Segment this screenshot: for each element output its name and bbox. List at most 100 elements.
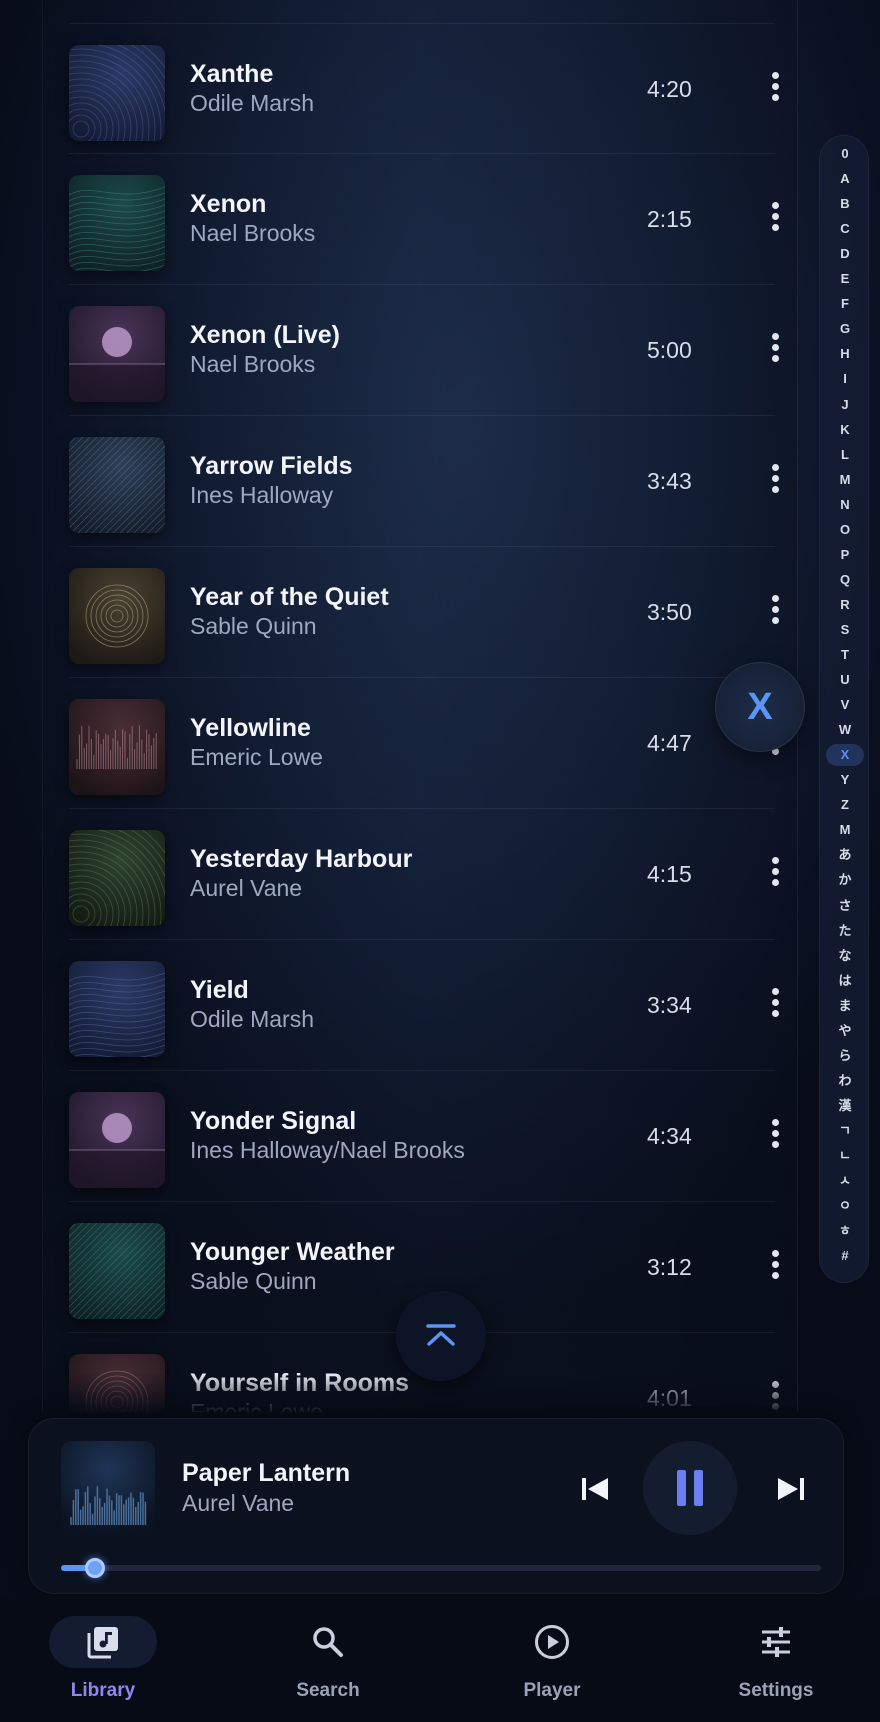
play-pause-button[interactable] xyxy=(643,1441,737,1535)
track-title: Yellowline xyxy=(190,714,311,742)
now-playing-bar[interactable]: Paper Lantern Aurel Vane xyxy=(28,1418,844,1594)
alpha-index-letter[interactable]: H xyxy=(820,346,870,362)
alpha-index-letter[interactable]: G xyxy=(820,321,870,337)
list-fade xyxy=(43,1372,797,1412)
alpha-index-letter[interactable]: T xyxy=(820,647,870,663)
alpha-index-letter[interactable]: S xyxy=(820,622,870,638)
alpha-index-letter[interactable]: O xyxy=(820,522,870,538)
alpha-index-letter[interactable]: ㄴ xyxy=(820,1148,870,1164)
alpha-index-letter[interactable]: P xyxy=(820,547,870,563)
alpha-index-letter[interactable]: Z xyxy=(820,797,870,813)
track-list-panel[interactable]: Xanthe Odile Marsh 4:20 Xenon Nael Brooks 2:1… xyxy=(42,0,798,1412)
more-options-icon[interactable] xyxy=(763,985,787,1025)
alpha-index-letter[interactable]: ㅅ xyxy=(820,1173,870,1189)
alpha-index-letter[interactable]: K xyxy=(820,422,870,438)
more-options-icon[interactable] xyxy=(763,199,787,239)
alpha-index-letter[interactable]: あ xyxy=(820,847,870,863)
track-duration: 3:34 xyxy=(647,992,692,1018)
alpha-index-letter[interactable]: E xyxy=(820,271,870,287)
track-artist: Odile Marsh xyxy=(190,90,314,116)
alpha-index-letter[interactable]: V xyxy=(820,697,870,713)
nav-item-search[interactable]: Search xyxy=(248,1616,408,1716)
track-title: Xenon xyxy=(190,190,267,218)
alpha-index-letter[interactable]: M xyxy=(820,472,870,488)
track-row[interactable]: Yonder Signal Ines Halloway/Nael Brooks 4:… xyxy=(69,1071,779,1202)
nav-item-settings[interactable]: Settings xyxy=(696,1616,856,1716)
alpha-index-letter[interactable]: な xyxy=(820,948,870,964)
progress-slider[interactable] xyxy=(61,1558,821,1578)
track-duration: 3:43 xyxy=(647,468,692,494)
alpha-index-letter[interactable]: A xyxy=(820,171,870,187)
track-title: Xenon (Live) xyxy=(190,321,341,349)
alpha-index-letter[interactable]: は xyxy=(820,973,870,989)
nav-label-player: Player xyxy=(523,1680,581,1701)
alpha-index-letter[interactable]: N xyxy=(820,497,870,513)
alpha-index-letter[interactable]: Q xyxy=(820,572,870,588)
alpha-index-letter[interactable]: L xyxy=(820,447,870,463)
more-options-icon[interactable] xyxy=(763,330,787,370)
track-artist: Nael Brooks xyxy=(190,351,316,377)
track-artist: Sable Quinn xyxy=(190,1268,317,1294)
track-artwork xyxy=(69,961,165,1057)
alpha-index-letter[interactable]: C xyxy=(820,221,870,237)
track-artist: Nael Brooks xyxy=(190,220,316,246)
alpha-index-letter[interactable]: Y xyxy=(820,772,870,788)
alpha-index-letter[interactable]: B xyxy=(820,196,870,212)
track-row[interactable]: Yarrow Fields Ines Halloway 3:43 xyxy=(69,416,779,547)
track-row[interactable]: Xenon Nael Brooks 2:15 xyxy=(69,154,779,285)
alpha-index-letter[interactable]: 漢 xyxy=(820,1098,870,1114)
alphabet-index[interactable]: 0ABCDEFGHIJKLMNOPQRSTUVWXYZMあかさたなはまやらわ漢ㄱ… xyxy=(819,135,869,1283)
alpha-index-letter[interactable]: さ xyxy=(820,898,870,914)
track-row[interactable]: Yellowline Emeric Lowe 4:47 xyxy=(69,678,779,809)
next-track-button[interactable] xyxy=(771,1469,811,1509)
track-artwork xyxy=(69,1223,165,1319)
alpha-index-letter[interactable]: W xyxy=(820,722,870,738)
library-music-icon xyxy=(87,1627,118,1659)
track-duration: 4:15 xyxy=(647,861,692,887)
alpha-index-letter[interactable]: か xyxy=(820,872,870,888)
alpha-index-letter[interactable]: # xyxy=(820,1248,870,1264)
scroll-to-top-button[interactable] xyxy=(396,1291,486,1381)
alpha-index-letter[interactable]: ら xyxy=(820,1048,870,1064)
skip-previous-icon xyxy=(582,1478,608,1500)
alpha-index-letter[interactable]: わ xyxy=(820,1073,870,1089)
alpha-index-letter[interactable]: た xyxy=(820,923,870,939)
alpha-index-letter[interactable]: U xyxy=(820,672,870,688)
more-options-icon[interactable] xyxy=(763,461,787,501)
track-row[interactable]: Year of the Quiet Sable Quinn 3:50 xyxy=(69,547,779,678)
alpha-index-letter[interactable]: ま xyxy=(820,998,870,1014)
alpha-index-letter[interactable]: D xyxy=(820,246,870,262)
track-artwork xyxy=(69,306,165,402)
more-options-icon[interactable] xyxy=(763,69,787,109)
alpha-index-letter[interactable]: ㄱ xyxy=(820,1123,870,1139)
nav-item-library[interactable]: Library xyxy=(23,1616,183,1716)
alpha-index-letter[interactable]: F xyxy=(820,296,870,312)
alpha-index-letter[interactable]: ㅎ xyxy=(820,1223,870,1239)
more-options-icon[interactable] xyxy=(763,592,787,632)
more-options-icon[interactable] xyxy=(763,854,787,894)
more-options-icon[interactable] xyxy=(763,1116,787,1156)
alpha-index-letter[interactable]: J xyxy=(820,397,870,413)
progress-thumb[interactable] xyxy=(85,1558,106,1578)
track-artist: Ines Halloway xyxy=(190,482,334,508)
chevron-up-icon xyxy=(426,1324,456,1346)
track-row[interactable]: Yesterday Harbour Aurel Vane 4:15 xyxy=(69,809,779,940)
previous-track-button[interactable] xyxy=(575,1469,615,1509)
alpha-index-letter[interactable]: ㅇ xyxy=(820,1198,870,1214)
track-artist: Aurel Vane xyxy=(190,875,303,901)
track-artwork xyxy=(69,830,165,926)
more-options-icon[interactable] xyxy=(763,1247,787,1287)
alpha-index-letter[interactable]: R xyxy=(820,597,870,613)
track-artwork xyxy=(69,568,165,664)
track-row[interactable]: Xenon (Live) Nael Brooks 5:00 xyxy=(69,285,779,416)
alpha-index-letter[interactable]: I xyxy=(820,371,870,387)
track-title: Xanthe xyxy=(190,60,274,88)
nav-item-player[interactable]: Player xyxy=(472,1616,632,1716)
track-row[interactable]: Xanthe Odile Marsh 4:20 xyxy=(69,23,779,154)
track-row[interactable]: Yield Odile Marsh 3:34 xyxy=(69,940,779,1071)
alpha-index-letter[interactable]: X xyxy=(820,747,870,763)
now-playing-title: Paper Lantern xyxy=(182,1459,351,1487)
alpha-index-letter[interactable]: M xyxy=(820,822,870,838)
alpha-index-letter[interactable]: 0 xyxy=(820,146,870,162)
alpha-index-letter[interactable]: や xyxy=(820,1023,870,1039)
